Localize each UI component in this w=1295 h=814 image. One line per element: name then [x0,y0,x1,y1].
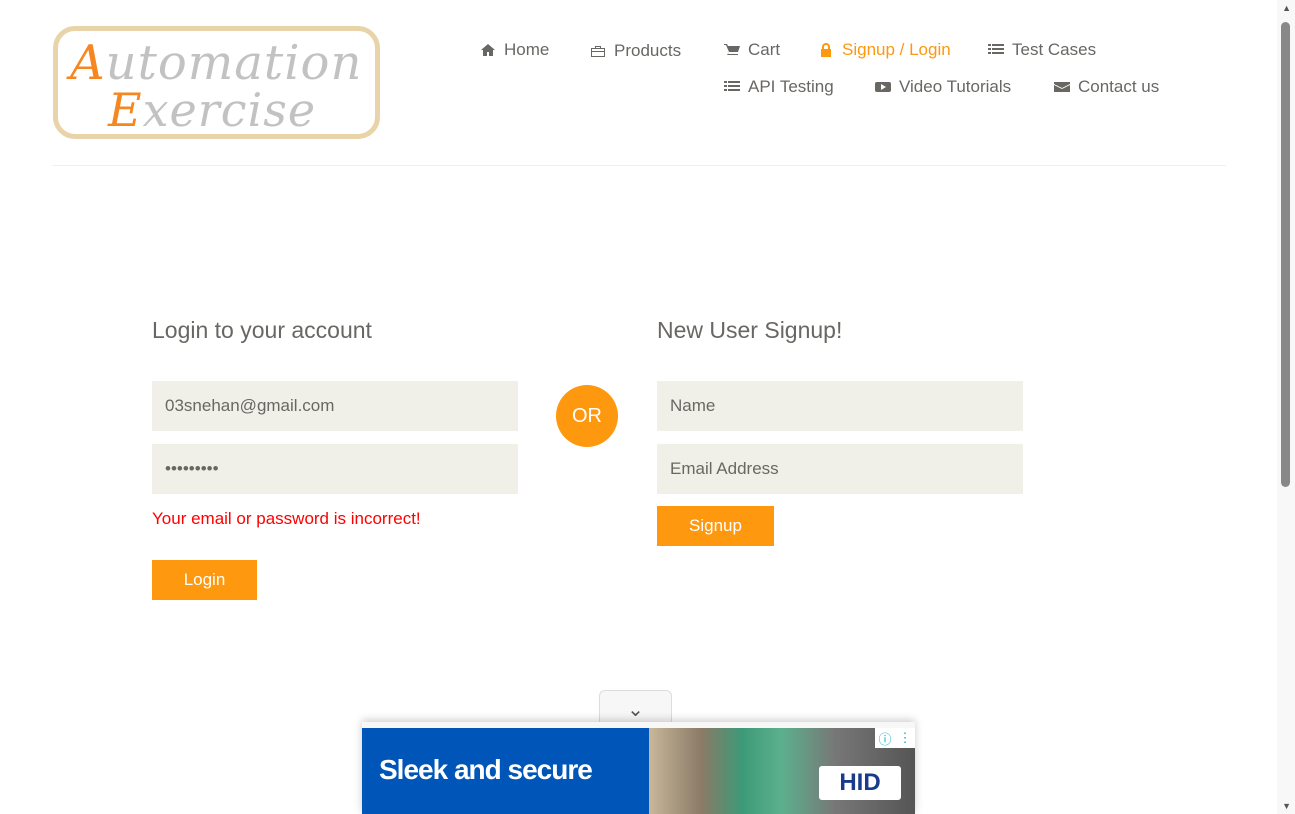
nav-api-testing[interactable]: API Testing [724,77,834,97]
signup-name-input[interactable] [657,381,1023,431]
nav-label: Contact us [1078,77,1160,96]
list-icon [724,81,740,91]
login-email-input[interactable] [152,381,518,431]
ad-banner[interactable]: Sleek and secure HID ⓘ ⋮ [362,722,915,814]
youtube-play-icon [875,82,891,92]
scrollbar-thumb[interactable] [1281,22,1290,487]
ad-brand-logo: HID [819,766,901,800]
nav-label: Products [614,41,682,60]
nav-label: Cart [748,40,781,59]
ad-info-icon[interactable]: ⓘ [878,729,891,748]
logo-text: xercise [142,83,317,137]
login-button[interactable]: Login [152,560,257,600]
nav-label: Home [504,40,550,59]
nav-cart[interactable]: Cart [724,40,780,60]
header-divider [52,165,1226,166]
nav-signup-login[interactable]: Signup / Login [818,40,951,60]
home-icon [481,44,495,56]
envelope-icon [1054,82,1070,92]
lock-icon [821,43,831,57]
login-password-input[interactable] [152,444,518,494]
signup-button[interactable]: Signup [657,506,774,546]
ad-menu-icon[interactable]: ⋮ [898,730,911,746]
signup-title: New User Signup! [657,317,843,343]
nav-label: Signup / Login [842,40,951,59]
ad-headline: Sleek and secure [362,728,649,814]
login-error-message: Your email or password is incorrect! [152,509,421,528]
logo-letter: E [108,83,143,137]
site-logo[interactable]: Automation Exercise [53,26,380,139]
nav-home[interactable]: Home [480,40,549,60]
nav-video-tutorials[interactable]: Video Tutorials [875,77,1011,97]
or-badge: OR [556,385,618,447]
list-icon [988,44,1004,54]
nav-products[interactable]: Products [590,41,681,61]
nav-contact-us[interactable]: Contact us [1054,77,1159,97]
login-title: Login to your account [152,317,372,343]
logo-letter: A [70,35,106,91]
briefcase-icon [591,46,605,57]
nav-label: Video Tutorials [899,77,1012,96]
scroll-up-arrow-icon[interactable]: ▲ [1282,3,1291,13]
scrollbar[interactable]: ▲ ▼ [1277,0,1295,814]
scroll-down-arrow-icon[interactable]: ▼ [1282,801,1291,811]
nav-label: API Testing [748,77,834,96]
nav-label: Test Cases [1012,40,1097,59]
cart-icon [724,44,740,55]
ad-image: HID ⓘ ⋮ [649,728,915,814]
nav-test-cases[interactable]: Test Cases [988,40,1096,60]
signup-email-input[interactable] [657,444,1023,494]
